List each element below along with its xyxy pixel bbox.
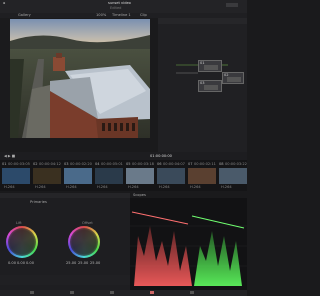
media-page-icon[interactable] (30, 291, 34, 294)
clip-codec: H.264 (97, 185, 108, 189)
color-node[interactable]: 02 (222, 72, 244, 84)
menu-icon[interactable]: ▪ (3, 1, 5, 5)
lift-value-b[interactable]: 0.00 (26, 261, 34, 265)
timeline-clip[interactable]: 01 00:00:03:05 H.264 (2, 162, 30, 189)
parade-graph (130, 211, 247, 286)
timeline-clip[interactable]: 07 00:00:02:11 H.264 (188, 162, 216, 189)
color-wheels-panel: Primaries Lift Offset 0.00 0.00 0.00 25.… (0, 193, 130, 290)
lift-value-g[interactable]: 0.00 (17, 261, 25, 265)
gallery-dropdown[interactable]: Gallery (18, 13, 31, 17)
scopes-title: Scopes (133, 193, 146, 197)
timeline-clip[interactable]: 03 00:00:02:20 H.264 (64, 162, 92, 189)
clip-codec: H.264 (159, 185, 170, 189)
timeline-clip[interactable]: 06 00:00:04:07 H.264 (157, 162, 185, 189)
top-bar: ▪ sunset video Edited (0, 0, 247, 13)
clip-number: 06 (157, 162, 162, 166)
node-editor[interactable]: 01 02 03 (158, 18, 247, 153)
project-subtitle: Edited (110, 6, 122, 10)
clip-timecode: 00:00:03:22 (225, 162, 247, 166)
clip-timecode: 00:00:03:18 (132, 162, 154, 166)
panel-title: Primaries (30, 200, 47, 204)
clip-codec: H.264 (66, 185, 77, 189)
clip-timeline[interactable]: 01 00:00:03:05 H.264 02 00:00:04:12 H.264 03 00… (0, 160, 247, 191)
color-page-icon[interactable] (150, 291, 154, 294)
video-viewer[interactable] (10, 19, 150, 138)
left-strip (0, 18, 10, 152)
deliver-page-icon[interactable] (190, 291, 194, 294)
clip-codec: H.264 (221, 185, 232, 189)
clip-codec: H.264 (190, 185, 201, 189)
node-thumbnail (204, 85, 218, 90)
viewer-mode-label[interactable]: Clip (140, 13, 147, 17)
clip-timecode: 00:00:02:11 (194, 162, 216, 166)
offset-value-b[interactable]: 25.00 (90, 261, 100, 265)
timeline-clip[interactable]: 05 00:00:03:18 H.264 (126, 162, 154, 189)
clip-number: 04 (95, 162, 100, 166)
clip-timecode: 00:00:03:05 (8, 162, 30, 166)
timeline-clip[interactable]: 04 00:00:05:01 H.264 (95, 162, 123, 189)
node-thumbnail (204, 65, 218, 70)
offset-color-wheel[interactable] (68, 226, 100, 258)
timeline-name-dropdown[interactable]: Timeline 1 (112, 13, 131, 17)
clip-codec: H.264 (35, 185, 46, 189)
wheel-right-label: Offset (82, 221, 93, 225)
lift-value-r[interactable]: 0.00 (8, 261, 16, 265)
timeline-clip[interactable]: 02 00:00:04:12 H.264 (33, 162, 61, 189)
clip-timecode: 00:00:05:01 (101, 162, 123, 166)
color-node[interactable]: 03 (198, 80, 222, 92)
clip-number: 03 (64, 162, 69, 166)
page-navigation-bar (0, 290, 247, 296)
cut-page-icon[interactable] (70, 291, 74, 294)
transport-bar: ◀ ▶ ■ 01:00:00:00 (0, 152, 247, 160)
timeline-clip[interactable]: 08 00:00:03:22 H.264 (219, 162, 247, 189)
viewer-timecode: 01:00:00:00 (150, 154, 172, 158)
clip-number: 01 (2, 162, 7, 166)
clip-timecode: 00:00:02:20 (70, 162, 92, 166)
edit-page-icon[interactable] (110, 291, 114, 294)
clip-timecode: 00:00:04:12 (39, 162, 61, 166)
window-controls[interactable] (226, 3, 238, 7)
clip-number: 05 (126, 162, 131, 166)
clip-codec: H.264 (128, 185, 139, 189)
offset-value-r[interactable]: 25.00 (66, 261, 76, 265)
lift-color-wheel[interactable] (6, 226, 38, 258)
clip-number: 07 (188, 162, 193, 166)
color-node[interactable]: 01 (198, 60, 222, 72)
parade-scope: Scopes (130, 193, 247, 290)
node-thumbnail (227, 77, 241, 82)
zoom-dropdown[interactable]: 100% (96, 13, 106, 17)
clip-timecode: 00:00:04:07 (163, 162, 185, 166)
wheel-params-bar (0, 275, 130, 285)
clip-codec: H.264 (4, 185, 15, 189)
clip-number: 02 (33, 162, 38, 166)
clip-number: 08 (219, 162, 224, 166)
color-tools-bar (0, 193, 130, 198)
project-title: sunset video (108, 1, 131, 5)
offset-value-g[interactable]: 25.00 (78, 261, 88, 265)
video-frame (10, 19, 150, 138)
wheel-left-label: Lift (16, 221, 22, 225)
play-button[interactable]: ◀ ▶ ■ (4, 154, 15, 158)
